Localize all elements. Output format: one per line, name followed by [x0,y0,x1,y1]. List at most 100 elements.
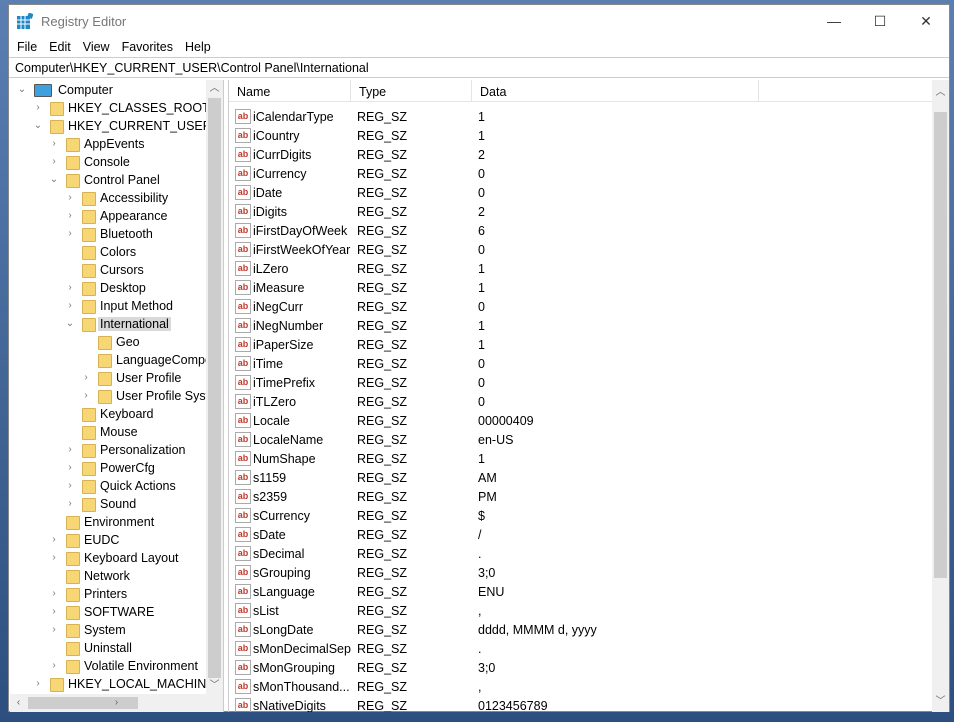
value-row[interactable]: ab sGrouping REG_SZ 3;0 [229,563,949,582]
chevron-right-icon[interactable]: › [48,156,60,167]
menu-view[interactable]: View [77,40,116,54]
list-vertical-scrollbar[interactable]: ︿ ﹀ [932,80,949,712]
tree-horizontal-scrollbar[interactable]: ‹ › [10,694,223,712]
value-row[interactable]: ab iTLZero REG_SZ 0 [229,392,949,411]
value-row[interactable]: ab sList REG_SZ, [229,601,949,620]
tree-item[interactable]: › PowerCfg [10,460,223,478]
tree-item[interactable]: › HKEY_LOCAL_MACHINE [10,676,223,694]
chevron-right-icon[interactable]: › [48,534,60,545]
scroll-up-icon[interactable]: ︿ [206,80,223,97]
tree-item[interactable]: › Appearance [10,208,223,226]
tree-item[interactable]: ⌄ International [10,316,223,334]
tree-item[interactable]: › Input Method [10,298,223,316]
tree-item[interactable]: › Console [10,154,223,172]
tree-item[interactable]: › Accessibility [10,190,223,208]
value-row[interactable]: ab sMonDecimalSep REG_SZ. [229,639,949,658]
chevron-right-icon[interactable]: › [80,390,92,401]
value-row[interactable]: ab iCalendarType REG_SZ 1 [229,107,949,126]
chevron-right-icon[interactable]: › [64,228,76,239]
value-row[interactable]: ab sDate REG_SZ / [229,525,949,544]
value-row[interactable]: ab iPaperSize REG_SZ 1 [229,335,949,354]
chevron-down-icon[interactable]: ⌄ [32,120,44,131]
tree-item[interactable]: ⌄ Control Panel [10,172,223,190]
tree-item[interactable]: Cursors [10,262,223,280]
tree-item[interactable]: LanguageCompo [10,352,223,370]
value-row[interactable]: ab sCurrency REG_SZ $ [229,506,949,525]
tree-item[interactable]: › Desktop [10,280,223,298]
chevron-down-icon[interactable]: ⌄ [16,84,28,95]
value-row[interactable]: ab s2359 REG_SZ PM [229,487,949,506]
chevron-right-icon[interactable]: › [64,300,76,311]
tree-item[interactable]: › System [10,622,223,640]
value-row[interactable]: ab iTimePrefix REG_SZ 0 [229,373,949,392]
scroll-up-icon[interactable]: ︿ [932,84,949,101]
value-row[interactable]: ab iTime REG_SZ 0 [229,354,949,373]
chevron-right-icon[interactable]: › [64,282,76,293]
chevron-right-icon[interactable]: › [32,678,44,689]
scroll-down-icon[interactable]: ﹀ [206,677,223,694]
value-row[interactable]: ab sNativeDigits REG_SZ 0123456789 [229,696,949,712]
tree-item[interactable]: › Keyboard Layout [10,550,223,568]
tree-item[interactable]: ⌄ HKEY_CURRENT_USER [10,118,223,136]
value-row[interactable]: ab sMonGrouping REG_SZ 3;0 [229,658,949,677]
minimize-button[interactable]: — [811,5,857,37]
address-bar[interactable]: Computer\HKEY_CURRENT_USER\Control Panel… [9,57,949,78]
tree-item[interactable]: Uninstall [10,640,223,658]
value-row[interactable]: ab iNegNumber REG_SZ 1 [229,316,949,335]
value-row[interactable]: ab sDecimal REG_SZ. [229,544,949,563]
tree-item[interactable]: Colors [10,244,223,262]
scroll-thumb[interactable] [934,112,947,578]
value-row[interactable]: ab sLanguage REG_SZ ENU [229,582,949,601]
tree-item[interactable]: › AppEvents [10,136,223,154]
value-row[interactable]: ab iFirstDayOfWeek REG_SZ 6 [229,221,949,240]
tree-item[interactable]: Mouse [10,424,223,442]
chevron-right-icon[interactable]: › [48,660,60,671]
scroll-right-icon[interactable]: › [108,694,125,711]
scroll-thumb[interactable] [208,98,221,678]
tree-item[interactable]: › Sound [10,496,223,514]
tree-vertical-scrollbar[interactable]: ︿ ﹀ [206,80,223,694]
value-row[interactable]: ab iMeasure REG_SZ 1 [229,278,949,297]
value-row[interactable]: ab iCurrDigits REG_SZ 2 [229,145,949,164]
chevron-right-icon[interactable]: › [48,552,60,563]
value-row[interactable]: ab iNegCurr REG_SZ 0 [229,297,949,316]
value-row[interactable]: ab iDigits REG_SZ 2 [229,202,949,221]
tree-item[interactable]: Keyboard [10,406,223,424]
value-row[interactable]: ab sLongDate REG_SZ dddd, MMMM d, yyyy [229,620,949,639]
chevron-right-icon[interactable]: › [64,192,76,203]
chevron-right-icon[interactable]: › [32,102,44,113]
chevron-down-icon[interactable]: ⌄ [48,174,60,185]
tree-item[interactable]: › Quick Actions [10,478,223,496]
menu-favorites[interactable]: Favorites [116,40,179,54]
chevron-right-icon[interactable]: › [48,624,60,635]
tree-item[interactable]: › Personalization [10,442,223,460]
tree-item[interactable]: ⌄ Computer [10,82,223,100]
value-row[interactable]: ab NumShape REG_SZ 1 [229,449,949,468]
column-header-data[interactable]: Data [472,80,759,101]
tree-item[interactable]: › HKEY_CLASSES_ROOT [10,100,223,118]
value-row[interactable]: ab s1159 REG_SZ AM [229,468,949,487]
tree-item[interactable]: › Volatile Environment [10,658,223,676]
tree-item[interactable]: › SOFTWARE [10,604,223,622]
close-button[interactable]: ✕ [903,5,949,37]
scroll-down-icon[interactable]: ﹀ [932,693,949,710]
value-row[interactable]: ab iCountry REG_SZ 1 [229,126,949,145]
menu-file[interactable]: File [11,40,43,54]
tree-item[interactable]: › User Profile Syste [10,388,223,406]
value-row[interactable]: ab iFirstWeekOfYear REG_SZ 0 [229,240,949,259]
value-row[interactable]: ab sMonThousand... REG_SZ, [229,677,949,696]
chevron-right-icon[interactable]: › [80,372,92,383]
chevron-right-icon[interactable]: › [64,462,76,473]
menu-help[interactable]: Help [179,40,217,54]
tree-item[interactable]: Geo [10,334,223,352]
tree-item[interactable]: › User Profile [10,370,223,388]
column-header-name[interactable]: Name [229,80,351,101]
chevron-right-icon[interactable]: › [48,606,60,617]
value-row[interactable]: ab iDate REG_SZ 0 [229,183,949,202]
chevron-down-icon[interactable]: ⌄ [64,318,76,329]
chevron-right-icon[interactable]: › [48,138,60,149]
value-row[interactable]: ab Locale REG_SZ 00000409 [229,411,949,430]
chevron-right-icon[interactable]: › [64,444,76,455]
value-row[interactable]: ab iCurrency REG_SZ 0 [229,164,949,183]
tree-item[interactable]: › Bluetooth [10,226,223,244]
